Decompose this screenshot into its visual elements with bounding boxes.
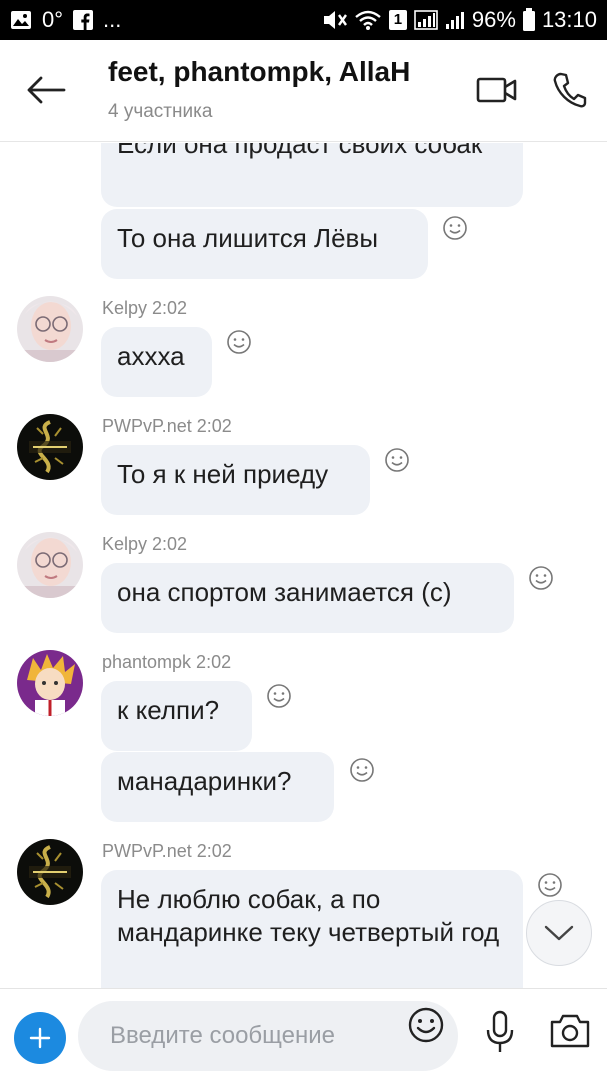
sender-name: PWPvP.net 2:02 [102, 841, 232, 861]
microphone-icon [486, 1010, 514, 1052]
message-bubble[interactable]: манадаринки? [101, 752, 334, 822]
message-text: Не люблю собак, а по мандаринке теку чет… [117, 884, 500, 947]
battery-icon [522, 8, 536, 32]
avatar[interactable] [17, 650, 83, 716]
wifi-icon [354, 9, 382, 31]
temperature: 0° [42, 7, 64, 32]
message-text: То я к ней приеду [117, 459, 329, 489]
message-bubble[interactable]: аххха [101, 327, 212, 397]
smiley-icon[interactable] [384, 447, 410, 473]
back-button[interactable] [22, 68, 70, 112]
sender-name: phantompk 2:02 [102, 652, 232, 672]
plus-icon [29, 1027, 51, 1049]
sim-number: 1 [393, 11, 403, 28]
sender-name: Kelpy 2:02 [102, 534, 188, 554]
avatar[interactable] [17, 414, 83, 480]
voice-message-button[interactable] [482, 1007, 518, 1057]
gallery-icon [10, 10, 32, 30]
message-input-container [78, 1001, 458, 1071]
mute-icon [322, 9, 348, 31]
avatar[interactable] [17, 532, 83, 598]
sender-name: PWPvP.net 2:02 [102, 416, 232, 436]
smiley-icon[interactable] [442, 215, 468, 241]
smiley-icon[interactable] [226, 329, 252, 355]
chat-header: feet, phantompk, AllaH 4 участника [0, 40, 607, 142]
sim-icon: 1 [388, 9, 408, 31]
message-input[interactable] [110, 1001, 390, 1071]
avatar[interactable] [17, 296, 83, 362]
message-bubble[interactable]: она спортом занимается (с) [101, 563, 514, 633]
phone-icon [553, 72, 587, 108]
camera-button[interactable] [548, 1009, 592, 1053]
arrow-left-icon [27, 76, 66, 104]
signal-icon [414, 9, 438, 31]
message-composer [0, 988, 607, 1080]
video-call-button[interactable] [474, 70, 520, 110]
avatar[interactable] [17, 839, 83, 905]
participants-count[interactable]: 4 участника [108, 101, 212, 123]
message-bubble[interactable]: То она лишится Лёвы [101, 209, 428, 279]
message-text: манадаринки? [117, 766, 292, 796]
emoji-icon [408, 1007, 444, 1043]
message-text: к келпи? [117, 695, 220, 725]
message-text: она спортом занимается (с) [117, 577, 452, 607]
message-bubble[interactable]: То я к ней приеду [101, 445, 370, 515]
video-camera-icon [476, 77, 517, 103]
message-text: То она лишится Лёвы [117, 223, 379, 253]
chat-title[interactable]: feet, phantompk, AllaH [108, 56, 410, 88]
camera-icon [550, 1014, 590, 1048]
smiley-icon[interactable] [528, 565, 554, 591]
status-bar: 0° ... 1 96% 13:10 [0, 0, 607, 40]
smiley-icon[interactable] [537, 872, 563, 898]
more-notifications: ... [103, 7, 122, 32]
message-list[interactable]: Если она продаст своих собак То она лиши… [0, 143, 607, 988]
message-text: аххха [117, 341, 185, 371]
facebook-icon [73, 10, 94, 30]
signal-2-icon [444, 9, 466, 31]
message-bubble[interactable]: Не люблю собак, а по мандаринке теку чет… [101, 870, 523, 988]
audio-call-button[interactable] [548, 68, 592, 112]
scroll-to-bottom-button[interactable] [526, 900, 592, 966]
chevron-down-icon [544, 925, 574, 941]
clock: 13:10 [541, 7, 597, 32]
sender-name: Kelpy 2:02 [102, 298, 188, 318]
message-text: Если она продаст своих собак [117, 143, 483, 159]
message-bubble[interactable]: к келпи? [101, 681, 252, 751]
add-attachment-button[interactable] [14, 1012, 66, 1064]
message-bubble[interactable]: Если она продаст своих собак [101, 143, 523, 207]
emoji-button[interactable] [406, 1005, 446, 1045]
smiley-icon[interactable] [349, 757, 375, 783]
battery-percent: 96% [471, 7, 516, 32]
smiley-icon[interactable] [266, 683, 292, 709]
